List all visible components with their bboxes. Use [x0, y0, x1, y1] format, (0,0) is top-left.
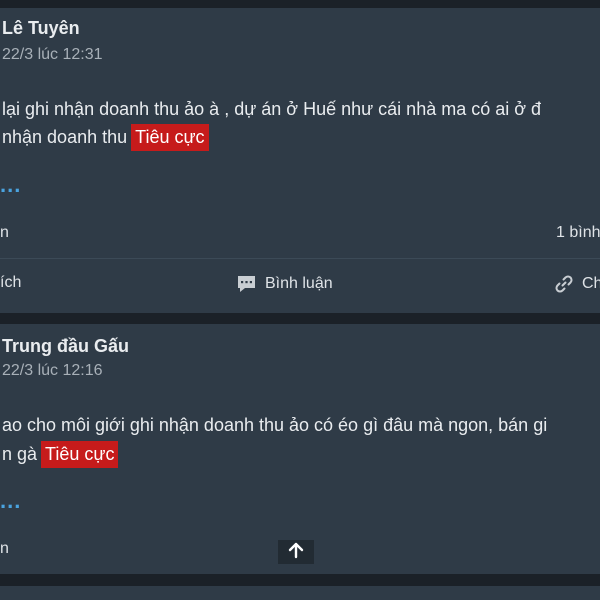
sentiment-tag: Tiêu cực [41, 441, 119, 468]
see-more-link[interactable]: ... [0, 490, 21, 512]
post-timestamp[interactable]: 22/3 lúc 12:31 [2, 46, 103, 64]
share-button[interactable]: Ch [554, 274, 600, 294]
post-card: Trung đầu Gấu 22/3 lúc 12:16 ao cho môi … [0, 324, 600, 574]
post-card: Lê Tuyên 22/3 lúc 12:31 lại ghi nhận doa… [0, 8, 600, 313]
arrow-up-icon [287, 541, 305, 564]
see-more-link[interactable]: ... [0, 174, 21, 196]
feed-viewport: Lê Tuyên 22/3 lúc 12:31 lại ghi nhận doa… [0, 0, 600, 600]
like-button-label: ích [0, 274, 22, 291]
scroll-to-top-button[interactable] [278, 540, 314, 564]
comment-count[interactable]: 1 bình [556, 224, 600, 242]
next-post-edge [0, 586, 600, 600]
post-text-fragment: nhận doanh thu [2, 127, 128, 147]
comment-button[interactable]: Bình luận [236, 274, 333, 294]
post-text-line: n gà Tiêu cực [2, 441, 119, 468]
post-text-line: lại ghi nhận doanh thu ảo à , dự án ở Hu… [2, 99, 542, 119]
post-author-name[interactable]: Lê Tuyên [2, 18, 80, 39]
reaction-count[interactable]: n [0, 540, 9, 558]
comment-button-label: Bình luận [265, 275, 333, 292]
post-author-name[interactable]: Trung đầu Gấu [2, 336, 129, 357]
post-text-fragment: n gà [2, 444, 38, 464]
post-text-line: ao cho môi giới ghi nhận doanh thu ảo có… [2, 415, 548, 435]
speech-bubble-icon [236, 274, 257, 294]
post-text-line: nhận doanh thu Tiêu cực [2, 124, 209, 151]
link-icon [554, 274, 574, 294]
sentiment-tag: Tiêu cực [131, 124, 209, 151]
like-button[interactable]: ích [0, 274, 21, 292]
reaction-count[interactable]: n [0, 224, 9, 242]
post-timestamp[interactable]: 22/3 lúc 12:16 [2, 362, 103, 380]
share-button-label: Ch [582, 275, 600, 292]
divider [0, 258, 600, 259]
